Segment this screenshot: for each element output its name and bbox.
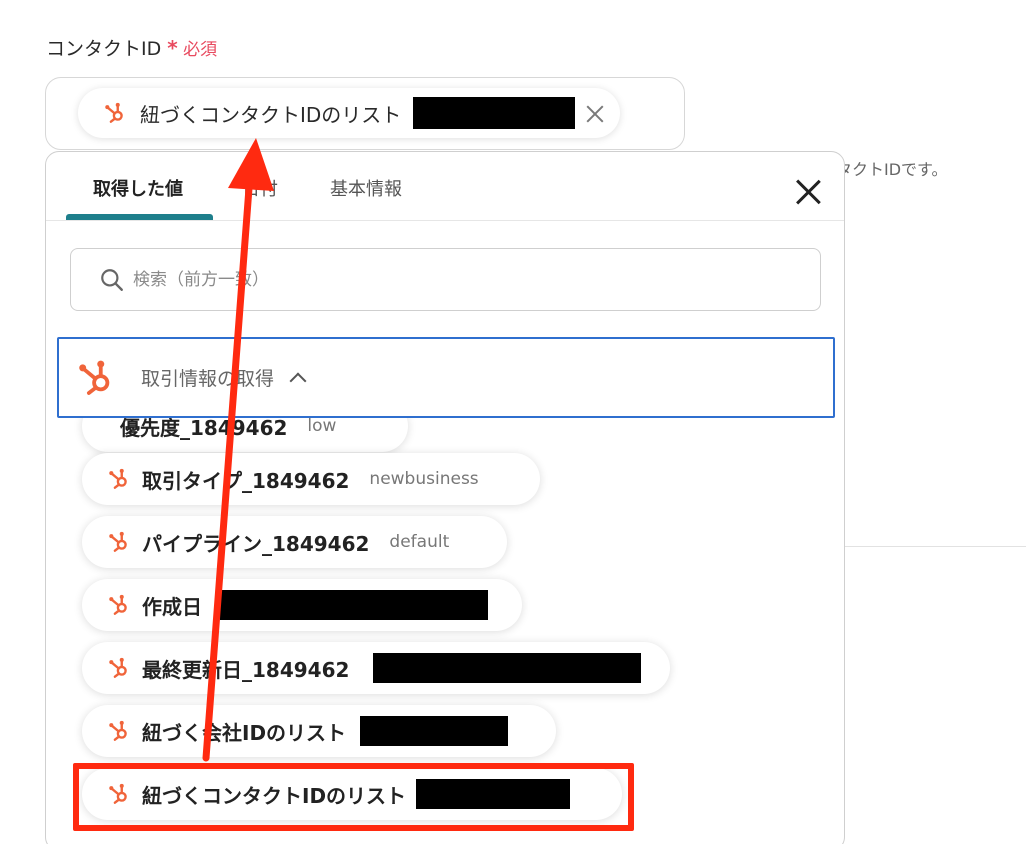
item-name: 作成日	[142, 594, 202, 619]
search-icon	[101, 268, 123, 291]
hubspot-icon	[109, 720, 127, 741]
item-name: 最終更新日_1849462	[142, 657, 350, 682]
item-name: 紐づく会社IDのリスト	[142, 720, 347, 745]
item-value: newbusiness	[369, 469, 479, 489]
hubspot-icon	[79, 360, 110, 395]
field-label: コンタクトID * 必須	[46, 34, 217, 61]
required-indicator: * 必須	[167, 36, 218, 60]
redacted-value	[413, 97, 576, 129]
redacted-value	[360, 716, 509, 746]
list-item[interactable]: 作成日	[82, 579, 522, 631]
divider	[845, 546, 1026, 547]
chip-label: 紐づくコンタクトIDのリスト	[140, 102, 402, 127]
highlight-box	[73, 763, 634, 831]
redacted-value	[373, 653, 642, 683]
hubspot-icon	[109, 468, 127, 489]
list-item[interactable]: 取引タイプ_1849462 newbusiness	[82, 453, 540, 505]
tab-obtained-values[interactable]: 取得した値	[93, 175, 183, 201]
page: コンタクトID * 必須 紐づくコンタクトIDのリスト タクトIDです。 取得した…	[0, 0, 1026, 844]
item-name: パイプライン_1849462	[142, 531, 370, 556]
required-star: *	[167, 36, 178, 60]
list-item[interactable]: パイプライン_1849462 default	[82, 516, 507, 568]
required-text: 必須	[183, 40, 218, 60]
redacted-value	[220, 590, 488, 620]
hubspot-icon	[109, 531, 127, 552]
close-icon[interactable]	[794, 178, 822, 206]
tab-divider	[46, 220, 844, 221]
item-name: 取引タイプ_1849462	[142, 468, 350, 493]
item-value: default	[389, 532, 450, 552]
help-text: タクトIDです。	[836, 160, 948, 179]
remove-chip-icon[interactable]	[585, 104, 605, 124]
hubspot-icon	[105, 102, 123, 123]
search-box[interactable]	[70, 248, 821, 311]
field-label-text: コンタクトID	[46, 38, 162, 60]
tab-dates[interactable]: 日付	[242, 175, 278, 201]
search-input[interactable]	[133, 269, 733, 290]
group-header-deal-info[interactable]: 取引情報の取得	[57, 337, 835, 418]
item-value: low	[307, 416, 337, 436]
value-picker-panel: 取得した値 日付 基本情報 取引情報の取得	[45, 151, 845, 844]
hubspot-icon	[109, 594, 127, 615]
tab-basic-info[interactable]: 基本情報	[330, 175, 402, 201]
group-label: 取引情報の取得	[141, 368, 275, 390]
list-item[interactable]: 最終更新日_1849462	[82, 642, 670, 694]
hubspot-icon	[109, 657, 127, 678]
selected-value-chip[interactable]: 紐づくコンタクトIDのリスト	[78, 88, 620, 138]
chevron-up-icon	[289, 372, 307, 389]
list-item[interactable]: 紐づく会社IDのリスト	[82, 705, 556, 757]
